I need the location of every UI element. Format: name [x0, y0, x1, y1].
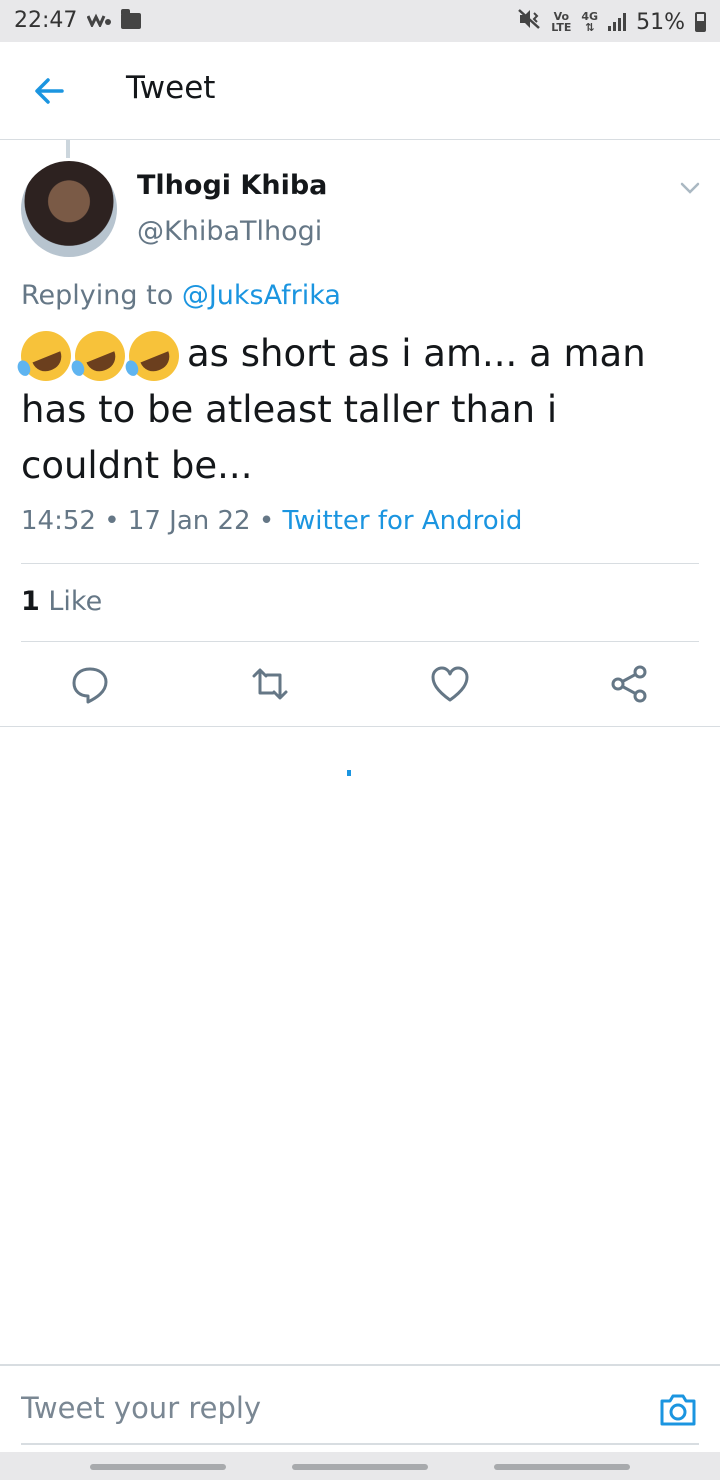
meta-separator: •: [258, 506, 275, 536]
camera-icon: [660, 1394, 696, 1426]
like-button[interactable]: [426, 660, 474, 708]
loading-indicator: [347, 770, 351, 776]
reply-button[interactable]: [66, 660, 114, 708]
app-bar: Tweet: [0, 42, 720, 140]
share-icon: [611, 665, 647, 703]
emoji-group: [13, 322, 187, 389]
battery-icon: [695, 12, 706, 32]
divider: [0, 726, 720, 727]
nav-home-button[interactable]: [292, 1464, 428, 1470]
tweet-text: as short as i am... a man has to be atle…: [13, 322, 701, 494]
page-title: Tweet: [126, 70, 216, 106]
status-time: 22:47: [14, 8, 78, 33]
likes-count-link[interactable]: 1 Like: [21, 586, 102, 617]
rolling-laughing-emoji-icon: [13, 322, 79, 389]
chevron-down-icon: [680, 182, 700, 194]
folder-icon: [121, 8, 142, 29]
battery-percent: 51%: [636, 9, 685, 35]
volte-bottom: LTE: [551, 21, 572, 34]
status-bar: 22:47 Vo LTE 4G ⇅ 51%: [0, 0, 720, 42]
back-arrow-icon: [35, 78, 64, 104]
tweet-time: 14:52: [21, 506, 96, 536]
nav-recent-apps-button[interactable]: [90, 1464, 226, 1470]
reply-composer: [0, 1364, 720, 1448]
meta-separator: •: [104, 506, 120, 536]
network-type-indicator: 4G ⇅: [581, 11, 598, 33]
avatar[interactable]: [21, 161, 117, 257]
status-bar-right: Vo LTE 4G ⇅ 51%: [517, 8, 706, 36]
divider: [21, 563, 699, 564]
replying-prefix: Replying to: [21, 280, 174, 311]
rolling-laughing-emoji-icon: [67, 322, 133, 389]
reply-input[interactable]: [21, 1388, 621, 1428]
replying-mention-link[interactable]: @JuksAfrika: [182, 280, 341, 311]
nav-back-button[interactable]: [494, 1464, 630, 1470]
author-name[interactable]: Tlhogi Khiba: [137, 170, 327, 201]
reply-icon: [72, 667, 108, 704]
retweet-icon: [252, 668, 288, 700]
composer-underline: [21, 1443, 699, 1445]
signal-strength-icon: [608, 13, 627, 31]
share-button[interactable]: [606, 660, 654, 708]
like-label: Like: [48, 586, 103, 617]
status-bar-left: 22:47: [14, 8, 142, 33]
back-button[interactable]: [30, 72, 68, 110]
mute-vibrate-icon: [517, 8, 541, 36]
heart-icon: [431, 666, 469, 702]
more-options-button[interactable]: [678, 176, 702, 200]
walkie-talkie-icon: [87, 8, 112, 33]
volte-indicator: Vo LTE: [551, 11, 571, 33]
tweet-meta: 14:52 • 17 Jan 22 • Twitter for Android: [21, 506, 522, 536]
replying-to: Replying to @JuksAfrika: [21, 280, 341, 311]
like-count: 1: [21, 586, 40, 617]
thread-connector-line: [66, 140, 70, 158]
divider: [21, 641, 699, 642]
tweet-date: 17 Jan 22: [127, 506, 251, 536]
rolling-laughing-emoji-icon: [121, 322, 187, 389]
system-navigation-bar: [0, 1452, 720, 1480]
retweet-button[interactable]: [246, 660, 294, 708]
camera-button[interactable]: [658, 1392, 698, 1428]
tweet-actions: [0, 660, 720, 710]
author-handle[interactable]: @KhibaTlhogi: [137, 216, 322, 247]
tweet-source-link[interactable]: Twitter for Android: [282, 506, 522, 536]
data-arrows-icon: ⇅: [585, 21, 595, 34]
